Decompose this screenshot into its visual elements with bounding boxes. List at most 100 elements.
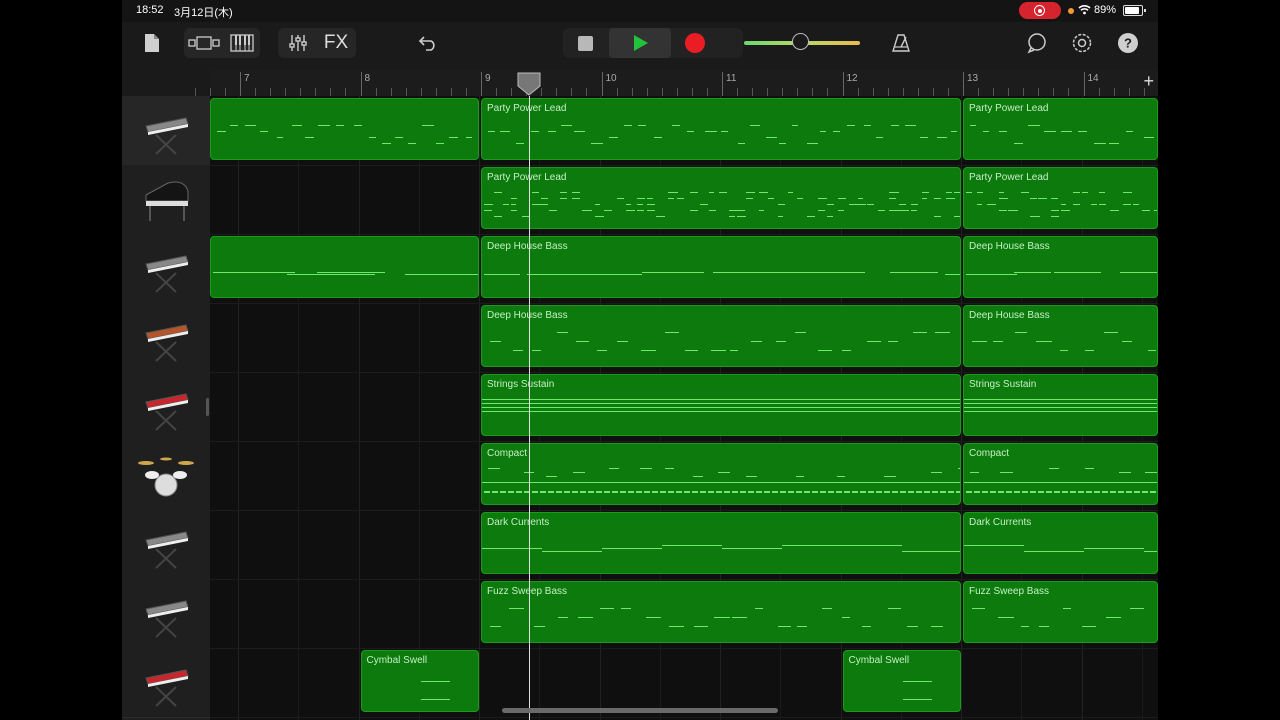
midi-note [768, 198, 774, 199]
song-settings-button[interactable] [1069, 28, 1095, 58]
playhead-handle[interactable] [517, 72, 541, 96]
mic-in-use-icon [1068, 8, 1074, 14]
metronome-button[interactable] [888, 28, 914, 58]
track-lane[interactable]: Strings Sustain Strings Sustain [210, 372, 1158, 442]
midi-note [664, 468, 674, 469]
undo-icon [418, 36, 435, 51]
ruler-tick [782, 88, 784, 96]
midi-region[interactable]: Fuzz Sweep Bass [963, 581, 1158, 643]
region-label: Party Power Lead [969, 103, 1049, 114]
midi-region[interactable]: Party Power Lead [481, 167, 961, 229]
ruler-tick [993, 88, 995, 96]
midi-region[interactable]: Strings Sustain [963, 374, 1158, 436]
play-button[interactable] [609, 28, 671, 58]
midi-note [484, 274, 520, 275]
midi-region[interactable]: Party Power Lead [963, 98, 1158, 160]
mixer-button[interactable] [284, 28, 312, 58]
track-header[interactable] [122, 579, 210, 649]
track-header[interactable] [122, 372, 210, 442]
midi-region[interactable]: Dark Currents [481, 512, 961, 574]
midi-note [1119, 272, 1157, 273]
midi-note [493, 216, 503, 217]
track-header[interactable] [122, 441, 210, 511]
midi-note [795, 332, 806, 333]
midi-note [541, 204, 548, 205]
track-lane[interactable]: Party Power Lead Party Power Lead [210, 165, 1158, 235]
midi-note [954, 216, 960, 217]
wifi-icon [1078, 5, 1091, 15]
midi-note [775, 341, 787, 342]
midi-note [788, 491, 794, 493]
midi-note [930, 626, 944, 627]
track-lane[interactable]: Deep House Bass Deep House Bass [210, 234, 1158, 304]
midi-note [998, 491, 1004, 493]
midi-note [563, 274, 643, 275]
ruler-tick [887, 88, 889, 96]
add-section-button[interactable]: + [1143, 71, 1154, 92]
region-label: Party Power Lead [487, 103, 567, 114]
midi-region[interactable]: Fuzz Sweep Bass [481, 581, 961, 643]
loop-browser-button[interactable] [1024, 28, 1050, 58]
track-lane[interactable]: Compact Compact [210, 441, 1158, 511]
record-button[interactable] [673, 28, 717, 58]
stop-button[interactable] [563, 28, 607, 58]
track-lane[interactable]: Fuzz Sweep Bass Fuzz Sweep Bass [210, 579, 1158, 649]
track-header[interactable] [122, 165, 210, 235]
timeline-ruler[interactable]: + 7 8 9 10 11 12 13 14 [194, 70, 1158, 96]
track-lane[interactable]: Party Power Lead Party Power Lead [210, 96, 1158, 166]
instrument-view-button[interactable] [228, 28, 256, 58]
midi-region[interactable]: Cymbal Swell [360, 650, 479, 712]
track-header[interactable] [122, 234, 210, 304]
ruler-bar-number: 11 [726, 73, 737, 84]
midi-region[interactable] [210, 98, 479, 160]
midi-note [1084, 548, 1144, 549]
midi-note [842, 350, 852, 351]
midi-note [668, 491, 674, 493]
track-header-resize-handle[interactable] [206, 398, 209, 416]
midi-note [746, 198, 753, 199]
midi-region[interactable]: Deep House Bass [963, 236, 1158, 298]
midi-note [722, 548, 782, 549]
midi-note [668, 626, 684, 627]
ruler-tick [345, 88, 347, 96]
midi-region[interactable] [210, 236, 479, 298]
ruler-tick [285, 88, 287, 96]
midi-note [616, 198, 624, 199]
track-lane[interactable]: Dark Currents Dark Currents [210, 510, 1158, 580]
midi-region[interactable]: Compact [481, 443, 961, 505]
midi-region[interactable]: Cymbal Swell [842, 650, 961, 712]
midi-note [604, 491, 610, 493]
ruler-tick [450, 88, 452, 96]
tracks-area[interactable]: Party Power Lead Party Power Lead Party Po… [210, 96, 1158, 720]
midi-region[interactable]: Party Power Lead [963, 167, 1158, 229]
track-header[interactable] [122, 96, 210, 166]
midi-note [746, 476, 758, 477]
midi-region[interactable]: Deep House Bass [963, 305, 1158, 367]
ruler-tick [1008, 88, 1010, 96]
midi-note [719, 192, 725, 193]
midi-region[interactable]: Compact [963, 443, 1158, 505]
midi-region[interactable]: Strings Sustain [481, 374, 961, 436]
horizontal-scrollbar[interactable] [502, 708, 778, 713]
midi-region[interactable]: Deep House Bass [481, 236, 961, 298]
my-songs-button[interactable] [140, 28, 164, 58]
master-volume-knob[interactable] [791, 33, 809, 50]
battery-percent: 89% [1094, 4, 1117, 16]
help-button[interactable]: ? [1115, 28, 1141, 58]
fx-button[interactable]: FX [320, 28, 352, 58]
midi-region[interactable]: Deep House Bass [481, 305, 961, 367]
midi-region[interactable]: Dark Currents [963, 512, 1158, 574]
track-header[interactable] [122, 648, 210, 718]
track-lane[interactable]: Deep House Bass Deep House Bass [210, 303, 1158, 373]
ruler-tick [676, 88, 678, 96]
track-header[interactable] [122, 510, 210, 580]
midi-note [1014, 332, 1027, 333]
undo-button[interactable] [416, 28, 440, 58]
midi-note [435, 143, 445, 144]
midi-region[interactable]: Party Power Lead [481, 98, 961, 160]
tracks-view-button[interactable] [186, 28, 222, 58]
midi-note [946, 192, 952, 193]
track-header[interactable] [122, 303, 210, 373]
region-label: Dark Currents [487, 517, 550, 528]
screen-recording-indicator[interactable] [1019, 2, 1061, 19]
